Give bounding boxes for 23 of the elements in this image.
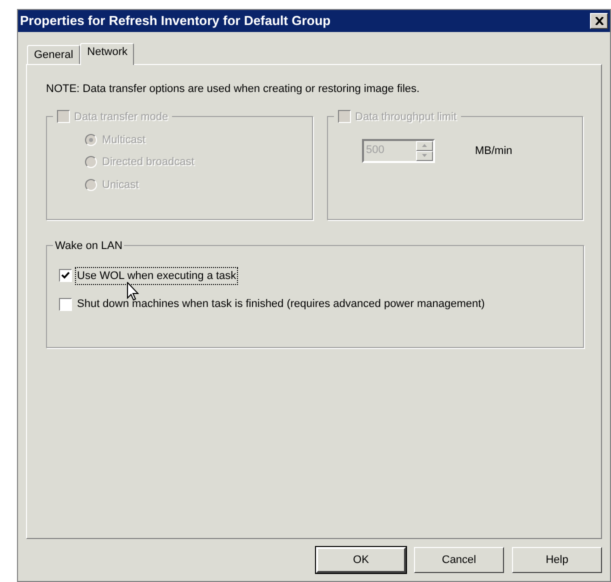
spin-down-icon[interactable] [416, 150, 433, 160]
checkbox[interactable] [59, 298, 72, 311]
spin-up-icon[interactable] [416, 140, 433, 150]
note-text: NOTE: Data transfer options are used when creating or restoring image files. [46, 82, 421, 97]
radio-label: Directed broadcast [102, 155, 194, 170]
close-button[interactable] [590, 13, 608, 29]
radio-label: Multicast [102, 132, 146, 148]
group-label: Data transfer mode [74, 110, 168, 124]
checkbox-label: Shut down machines when task is finished (requires advanced power management) [76, 297, 486, 312]
unit-label: MB/min [475, 144, 512, 158]
dialog-button[interactable]: Cancel [414, 547, 504, 573]
group-label: Data throughput limit [355, 110, 456, 124]
tab[interactable]: Network [80, 43, 134, 65]
checkbox-label: Use WOL when executing a task [76, 268, 238, 284]
window-title: Properties for Refresh Inventory for Default Group [20, 12, 331, 30]
close-icon [594, 17, 604, 25]
tab[interactable]: General [27, 45, 80, 64]
mouse-pointer-icon [127, 282, 139, 300]
dialog-button[interactable]: Help [512, 547, 602, 573]
checkbox[interactable] [59, 269, 72, 282]
spin-value: 500 [365, 143, 386, 158]
radio-label: Unicast [102, 178, 139, 192]
dialog-button[interactable]: OK [316, 547, 406, 573]
